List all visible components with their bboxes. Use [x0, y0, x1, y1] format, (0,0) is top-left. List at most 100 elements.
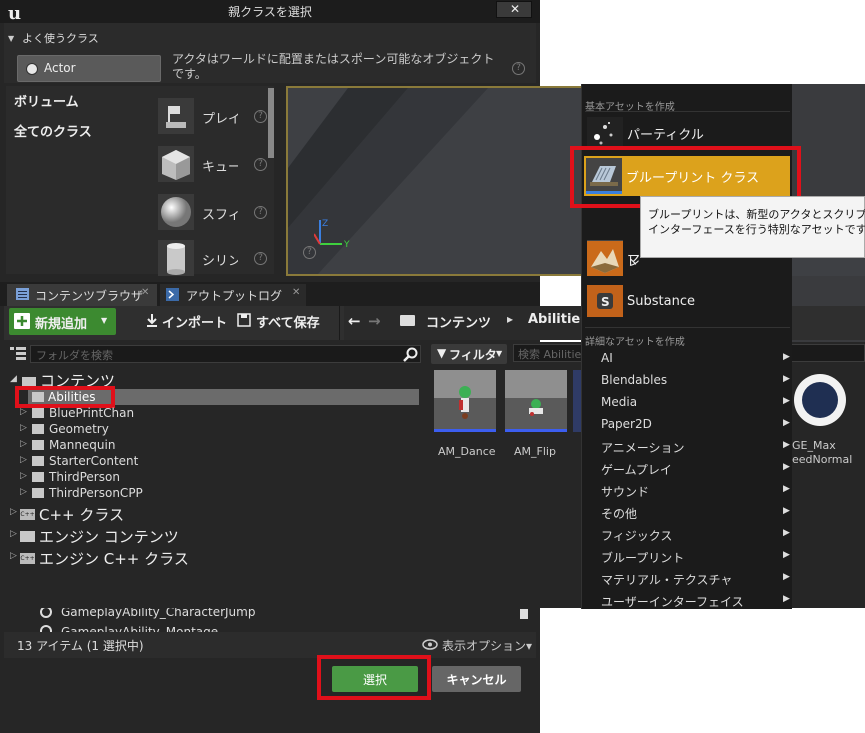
- particle-icon: [587, 117, 623, 149]
- asset-thumbnail[interactable]: [573, 370, 581, 432]
- svg-text:S: S: [601, 295, 610, 309]
- player-start-icon: [158, 98, 194, 134]
- menu-item-misc[interactable]: その他 ▶: [582, 501, 793, 523]
- import-button[interactable]: インポート: [162, 312, 227, 331]
- item-count: 13 アイテム (1 選択中): [17, 639, 144, 653]
- category-all-classes[interactable]: 全てのクラス: [14, 121, 92, 140]
- menu-item-physics[interactable]: フィジックス ▶: [582, 523, 793, 545]
- menu-item-sound[interactable]: サウンド ▶: [582, 479, 793, 501]
- tree-item-label: ThirdPersonCPP: [49, 486, 143, 500]
- save-all-button[interactable]: すべて保存: [256, 312, 320, 331]
- asset-tile-label: GE_Max: [792, 439, 836, 452]
- menu-item-label: ブループリント: [601, 551, 685, 565]
- category-volume[interactable]: ボリューム: [14, 91, 79, 110]
- level-viewport[interactable]: ZY ?: [286, 86, 586, 276]
- forward-arrow-icon[interactable]: →: [368, 312, 381, 330]
- menu-item-substance[interactable]: S Substance: [585, 284, 790, 320]
- scrollbar[interactable]: [268, 88, 274, 158]
- asset-label: プレイ: [202, 112, 238, 127]
- menu-item-paper2d[interactable]: Paper2D ▶: [582, 413, 793, 435]
- asset-list: プレイ ? キュー ? スフィ ? シリン ?: [150, 86, 274, 276]
- expand-arrow-icon[interactable]: ▷: [20, 487, 27, 497]
- asset-thumbnail[interactable]: [790, 370, 865, 430]
- asset-item[interactable]: プレイ ?: [158, 98, 270, 136]
- chevron-right-icon: ▶: [783, 462, 790, 472]
- back-arrow-icon[interactable]: ←: [348, 312, 361, 330]
- expand-arrow-icon[interactable]: ▷: [20, 439, 27, 449]
- cancel-label: キャンセル: [446, 673, 507, 687]
- tab-label: コンテンツブラウザ: [35, 289, 144, 303]
- expand-arrow-icon[interactable]: ▷: [20, 455, 27, 465]
- chevron-right-icon: ▶: [783, 352, 790, 362]
- asset-item[interactable]: スフィ ?: [158, 194, 270, 232]
- expand-arrow-icon[interactable]: ▷: [10, 529, 17, 539]
- scrollbar-thumb[interactable]: [520, 609, 528, 619]
- help-icon[interactable]: ?: [254, 158, 267, 171]
- cube-icon: [158, 146, 194, 182]
- expand-arrow-icon[interactable]: ▷: [10, 507, 17, 517]
- chevron-right-icon: ▶: [783, 572, 790, 582]
- menu-item-label: Paper2D: [601, 417, 652, 431]
- menu-item-label: アニメーション: [601, 441, 685, 455]
- folder-icon: [32, 488, 44, 498]
- chevron-right-icon: ▶: [783, 396, 790, 406]
- actor-button[interactable]: Actor: [17, 55, 161, 82]
- expand-arrow-icon[interactable]: ▷: [10, 551, 17, 561]
- chevron-right-icon: ▶: [783, 528, 790, 538]
- expand-arrow-icon[interactable]: ▷: [20, 471, 27, 481]
- menu-item-animation[interactable]: アニメーション ▶: [582, 435, 793, 457]
- menu-item-materials-textures[interactable]: マテリアル・テクスチャ ▶: [582, 567, 793, 589]
- menu-item-user-interface[interactable]: ユーザーインターフェイス ▶: [582, 589, 793, 611]
- cancel-button[interactable]: キャンセル: [432, 666, 521, 692]
- close-button[interactable]: ✕: [496, 1, 532, 18]
- tab-output-log[interactable]: アウトプットログ ✕: [160, 284, 306, 306]
- menu-item-gameplay[interactable]: ゲームプレイ ▶: [582, 457, 793, 479]
- substance-icon: S: [587, 285, 623, 317]
- help-icon[interactable]: ?: [303, 246, 316, 259]
- add-new-button[interactable]: 新規追加 ▼: [9, 308, 116, 335]
- chevron-right-icon: ▶: [783, 484, 790, 494]
- sources-toggle-icon[interactable]: [10, 346, 26, 360]
- menu-item-blueprints[interactable]: ブループリント ▶: [582, 545, 793, 567]
- asset-item[interactable]: シリン ?: [158, 240, 270, 278]
- asset-thumbnail[interactable]: [505, 370, 567, 432]
- help-icon[interactable]: ?: [512, 62, 525, 75]
- view-options-button[interactable]: 表示オプション▾: [442, 637, 532, 654]
- class-list: GameplayAbility_CharacterJump GameplayAb…: [4, 605, 536, 633]
- chevron-right-icon: ▶: [783, 550, 790, 560]
- asset-item[interactable]: キュー ?: [158, 146, 270, 184]
- select-button[interactable]: 選択: [332, 666, 418, 692]
- expand-arrow-icon[interactable]: ◢: [10, 374, 17, 384]
- tab-bar: コンテンツブラウザ ✕ アウトプットログ ✕: [0, 282, 540, 306]
- tab-content-browser[interactable]: コンテンツブラウザ ✕: [7, 284, 157, 306]
- tree-item-abilities[interactable]: Abilities: [48, 390, 96, 404]
- tree-item-label: C++ クラス: [39, 506, 125, 524]
- expand-arrow-icon[interactable]: ▷: [20, 407, 27, 417]
- help-icon[interactable]: ?: [254, 206, 267, 219]
- menu-item-blueprint-class[interactable]: ブループリント クラス: [584, 156, 790, 196]
- expand-arrow-icon[interactable]: ▷: [20, 423, 27, 433]
- tooltip-line: インターフェースを行う特別なアセットです: [648, 223, 865, 236]
- favorites-header: よく使うクラス: [22, 32, 99, 45]
- filter-button[interactable]: ▼ フィルタ ▼: [431, 344, 507, 364]
- menu-item-label: サウンド: [601, 485, 650, 499]
- close-icon[interactable]: ✕: [141, 287, 149, 298]
- menu-item-blendables[interactable]: Blendables ▶: [582, 369, 793, 391]
- close-icon[interactable]: ✕: [292, 287, 300, 298]
- add-icon: [14, 313, 30, 329]
- chevron-right-icon: ▶: [783, 374, 790, 384]
- folder-icon: [32, 408, 44, 418]
- breadcrumb-abilities[interactable]: Abilities: [528, 312, 588, 327]
- collapse-arrow-icon[interactable]: ▼: [8, 34, 14, 43]
- breadcrumb-content[interactable]: コンテンツ: [426, 312, 491, 331]
- asset-label: スフィ: [202, 208, 238, 223]
- menu-item-label: パーティクル: [627, 128, 704, 143]
- help-icon[interactable]: ?: [254, 252, 267, 265]
- menu-item-particle[interactable]: パーティクル: [585, 116, 790, 150]
- menu-item-media[interactable]: Media ▶: [582, 391, 793, 413]
- folder-search-input[interactable]: フォルダを検索: [30, 345, 421, 363]
- help-icon[interactable]: ?: [254, 110, 267, 123]
- folder-icon: [32, 424, 44, 434]
- asset-thumbnail[interactable]: [434, 370, 496, 432]
- menu-item-ai[interactable]: AI ▶: [582, 347, 793, 369]
